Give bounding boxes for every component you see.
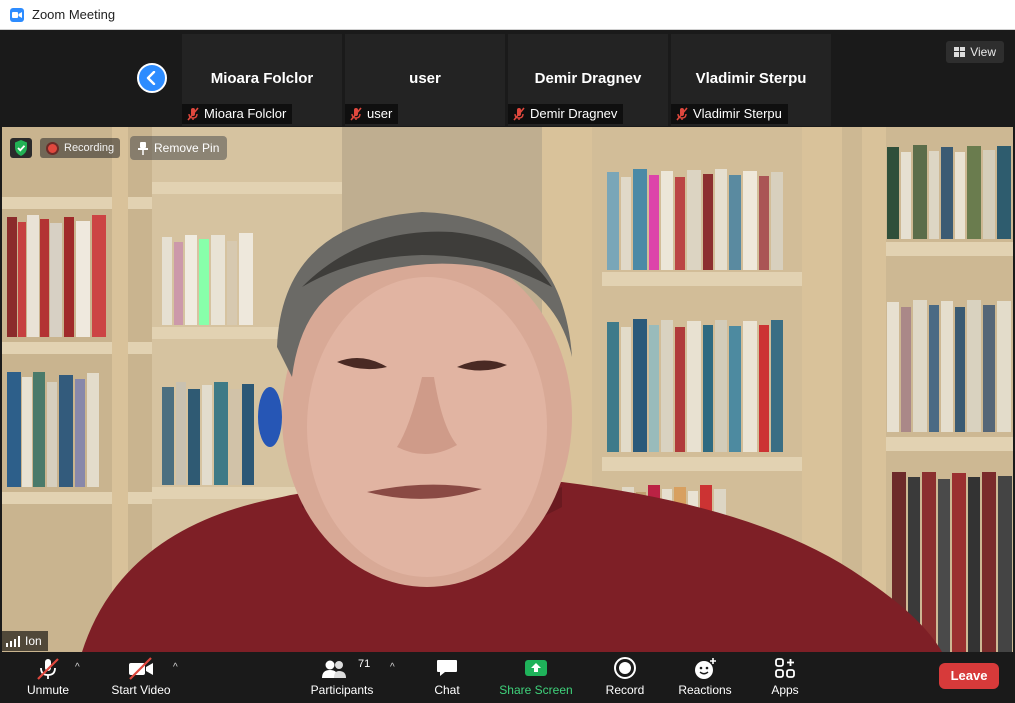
participants-icon <box>322 660 346 678</box>
participant-tile[interactable]: Mioara Folclor Mioara Folclor <box>182 34 342 126</box>
video-off-icon <box>129 657 153 680</box>
signal-strength-icon <box>6 635 20 647</box>
participants-label: Participants <box>310 683 374 697</box>
muted-mic-icon <box>350 107 362 121</box>
participant-tile[interactable]: Demir Dragnev Demir Dragnev <box>508 34 668 126</box>
window-titlebar: Zoom Meeting <box>0 0 1015 30</box>
participant-tile[interactable]: user user <box>345 34 505 126</box>
previous-page-button[interactable] <box>137 63 167 93</box>
participant-label-text: Mioara Folclor <box>204 106 287 121</box>
participant-name: Mioara Folclor <box>210 70 314 87</box>
muted-mic-icon <box>187 107 199 121</box>
grid-view-icon <box>954 47 966 57</box>
speaker-video-image <box>2 127 1013 652</box>
participant-name: Demir Dragnev <box>534 70 642 87</box>
view-button[interactable]: View <box>946 41 1004 63</box>
main-video-feed[interactable] <box>2 127 1013 652</box>
zoom-camera-icon <box>10 8 24 22</box>
view-button-label: View <box>970 45 996 59</box>
leave-button[interactable]: Leave <box>939 663 999 689</box>
record-icon <box>614 657 636 679</box>
participant-name: user <box>409 70 441 87</box>
reactions-smiley-icon <box>695 658 716 679</box>
remove-pin-button[interactable]: Remove Pin <box>130 136 228 160</box>
record-button[interactable]: Record <box>600 652 650 703</box>
participant-label: user <box>345 104 399 124</box>
start-video-button[interactable]: Start Video <box>105 652 177 703</box>
participant-label: Demir Dragnev <box>508 104 624 124</box>
participants-count: 71 <box>358 658 371 670</box>
unmute-button[interactable]: Unmute <box>18 652 78 703</box>
participants-options-chevron-icon[interactable]: ^ <box>390 662 395 673</box>
recording-label: Recording <box>64 142 115 154</box>
apps-label: Apps <box>771 683 799 697</box>
participant-label: Mioara Folclor <box>182 104 293 124</box>
recording-indicator[interactable]: Recording <box>40 138 121 158</box>
share-screen-button[interactable]: Share Screen <box>496 652 576 703</box>
window-title: Zoom Meeting <box>32 7 116 22</box>
chevron-left-icon <box>146 71 156 85</box>
chat-label: Chat <box>434 683 460 697</box>
pin-icon <box>138 141 148 155</box>
start-video-label: Start Video <box>111 683 171 697</box>
audio-options-chevron-icon[interactable]: ^ <box>75 662 80 673</box>
share-screen-label: Share Screen <box>499 683 573 697</box>
video-options-chevron-icon[interactable]: ^ <box>173 662 178 673</box>
participant-label-text: Demir Dragnev <box>530 106 618 121</box>
speaker-name: Ion <box>25 634 42 648</box>
speaker-name-tag: Ion <box>2 631 48 651</box>
record-label: Record <box>605 683 645 697</box>
muted-microphone-icon <box>37 658 59 680</box>
security-shield-icon[interactable] <box>10 138 32 158</box>
recording-dot-icon <box>46 141 59 155</box>
unmute-label: Unmute <box>26 683 70 697</box>
participant-label-text: Vladimir Sterpu <box>693 106 782 121</box>
participant-name: Vladimir Sterpu <box>695 70 807 87</box>
apps-grid-icon <box>775 658 795 678</box>
chat-bubble-icon <box>437 660 457 676</box>
apps-button[interactable]: Apps <box>762 652 808 703</box>
reactions-label: Reactions <box>678 683 732 697</box>
reactions-button[interactable]: Reactions <box>672 652 738 703</box>
share-screen-arrow-icon <box>525 660 547 676</box>
participant-label: Vladimir Sterpu <box>671 104 788 124</box>
muted-mic-icon <box>513 107 525 121</box>
remove-pin-label: Remove Pin <box>154 141 220 155</box>
participant-label-text: user <box>367 106 393 121</box>
muted-mic-icon <box>676 107 688 121</box>
participant-tile[interactable]: Vladimir Sterpu Vladimir Sterpu <box>671 34 831 126</box>
chat-button[interactable]: Chat <box>422 652 472 703</box>
